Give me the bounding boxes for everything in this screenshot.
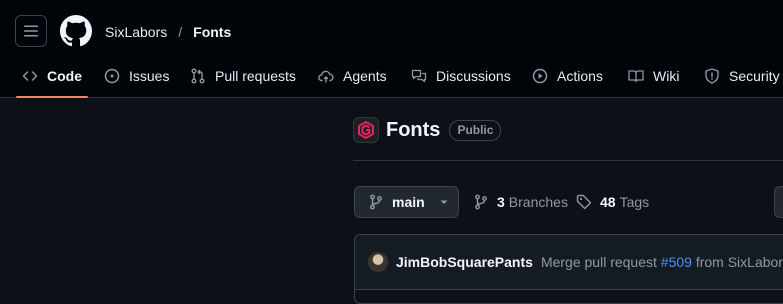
comment-discussion-icon bbox=[411, 69, 427, 83]
active-tab-indicator bbox=[16, 96, 88, 98]
tab-actions-label: Actions bbox=[557, 68, 603, 84]
current-branch-label: main bbox=[392, 194, 425, 210]
tab-wiki-label: Wiki bbox=[653, 68, 680, 84]
repo-link[interactable]: Fonts bbox=[193, 24, 231, 40]
tab-security[interactable]: Security bbox=[704, 60, 780, 92]
git-branch-icon bbox=[370, 194, 382, 210]
shield-icon bbox=[705, 68, 719, 84]
tab-issues-label: Issues bbox=[129, 68, 170, 84]
sixlabors-logo-icon bbox=[358, 121, 374, 139]
book-icon bbox=[628, 70, 644, 83]
visibility-badge: Public bbox=[449, 119, 502, 141]
tab-issues[interactable]: Issues bbox=[104, 60, 169, 92]
triangle-down-icon bbox=[440, 200, 448, 204]
repo-title: Fonts Public bbox=[353, 117, 502, 143]
breadcrumb: SixLabors / Fonts bbox=[105, 22, 231, 42]
tag-icon bbox=[576, 194, 592, 210]
commit-message-suffix: from SixLabors/ bbox=[695, 254, 783, 270]
git-branch-icon bbox=[475, 194, 487, 210]
commit-message-prefix: Merge pull request bbox=[540, 254, 661, 270]
branches-link[interactable]: 3 Branches bbox=[473, 186, 568, 218]
tab-actions[interactable]: Actions bbox=[532, 60, 603, 92]
git-pull-request-icon bbox=[191, 68, 205, 84]
tab-code[interactable]: Code bbox=[22, 60, 82, 92]
tags-label: Tags bbox=[619, 194, 650, 210]
repo-header: SixLabors / Fonts Code Issues Pull reque… bbox=[0, 0, 783, 98]
owner-link[interactable]: SixLabors bbox=[105, 24, 167, 40]
pr-link[interactable]: #509 bbox=[661, 254, 692, 270]
tab-agents[interactable]: Agents bbox=[318, 60, 387, 92]
commit-message[interactable]: Merge pull request #509 from SixLabors/ bbox=[541, 254, 783, 270]
latest-commit-row: JimBobSquarePants Merge pull request #50… bbox=[355, 235, 783, 290]
tab-code-label: Code bbox=[47, 68, 82, 84]
menu-button[interactable] bbox=[15, 15, 47, 47]
repo-nav-tabs: Code Issues Pull requests Agents Discuss… bbox=[0, 60, 783, 98]
tab-agents-label: Agents bbox=[343, 68, 387, 84]
code-icon bbox=[22, 71, 38, 81]
agent-icon bbox=[318, 70, 334, 83]
go-to-file-button[interactable] bbox=[774, 186, 783, 218]
commit-author[interactable]: JimBobSquarePants bbox=[396, 254, 533, 270]
tab-pull-requests[interactable]: Pull requests bbox=[190, 60, 296, 92]
branch-selector-button[interactable]: main bbox=[354, 186, 459, 218]
github-logo-icon[interactable] bbox=[60, 15, 92, 47]
title-divider bbox=[353, 160, 783, 161]
repo-avatar bbox=[353, 117, 379, 143]
breadcrumb-separator: / bbox=[178, 24, 183, 40]
tab-security-label: Security bbox=[729, 68, 780, 84]
branches-label: Branches bbox=[508, 194, 568, 210]
issue-opened-icon bbox=[104, 68, 120, 84]
repo-name[interactable]: Fonts bbox=[386, 119, 440, 142]
avatar[interactable] bbox=[368, 252, 388, 272]
branches-count: 3 bbox=[497, 194, 505, 210]
tab-discussions-label: Discussions bbox=[436, 68, 511, 84]
hamburger-icon bbox=[24, 25, 38, 37]
tags-count: 48 bbox=[600, 194, 616, 210]
tab-wiki[interactable]: Wiki bbox=[628, 60, 679, 92]
tab-discussions[interactable]: Discussions bbox=[411, 60, 511, 92]
tags-link[interactable]: 48 Tags bbox=[576, 186, 649, 218]
play-icon bbox=[532, 68, 548, 84]
tab-pull-requests-label: Pull requests bbox=[215, 68, 296, 84]
